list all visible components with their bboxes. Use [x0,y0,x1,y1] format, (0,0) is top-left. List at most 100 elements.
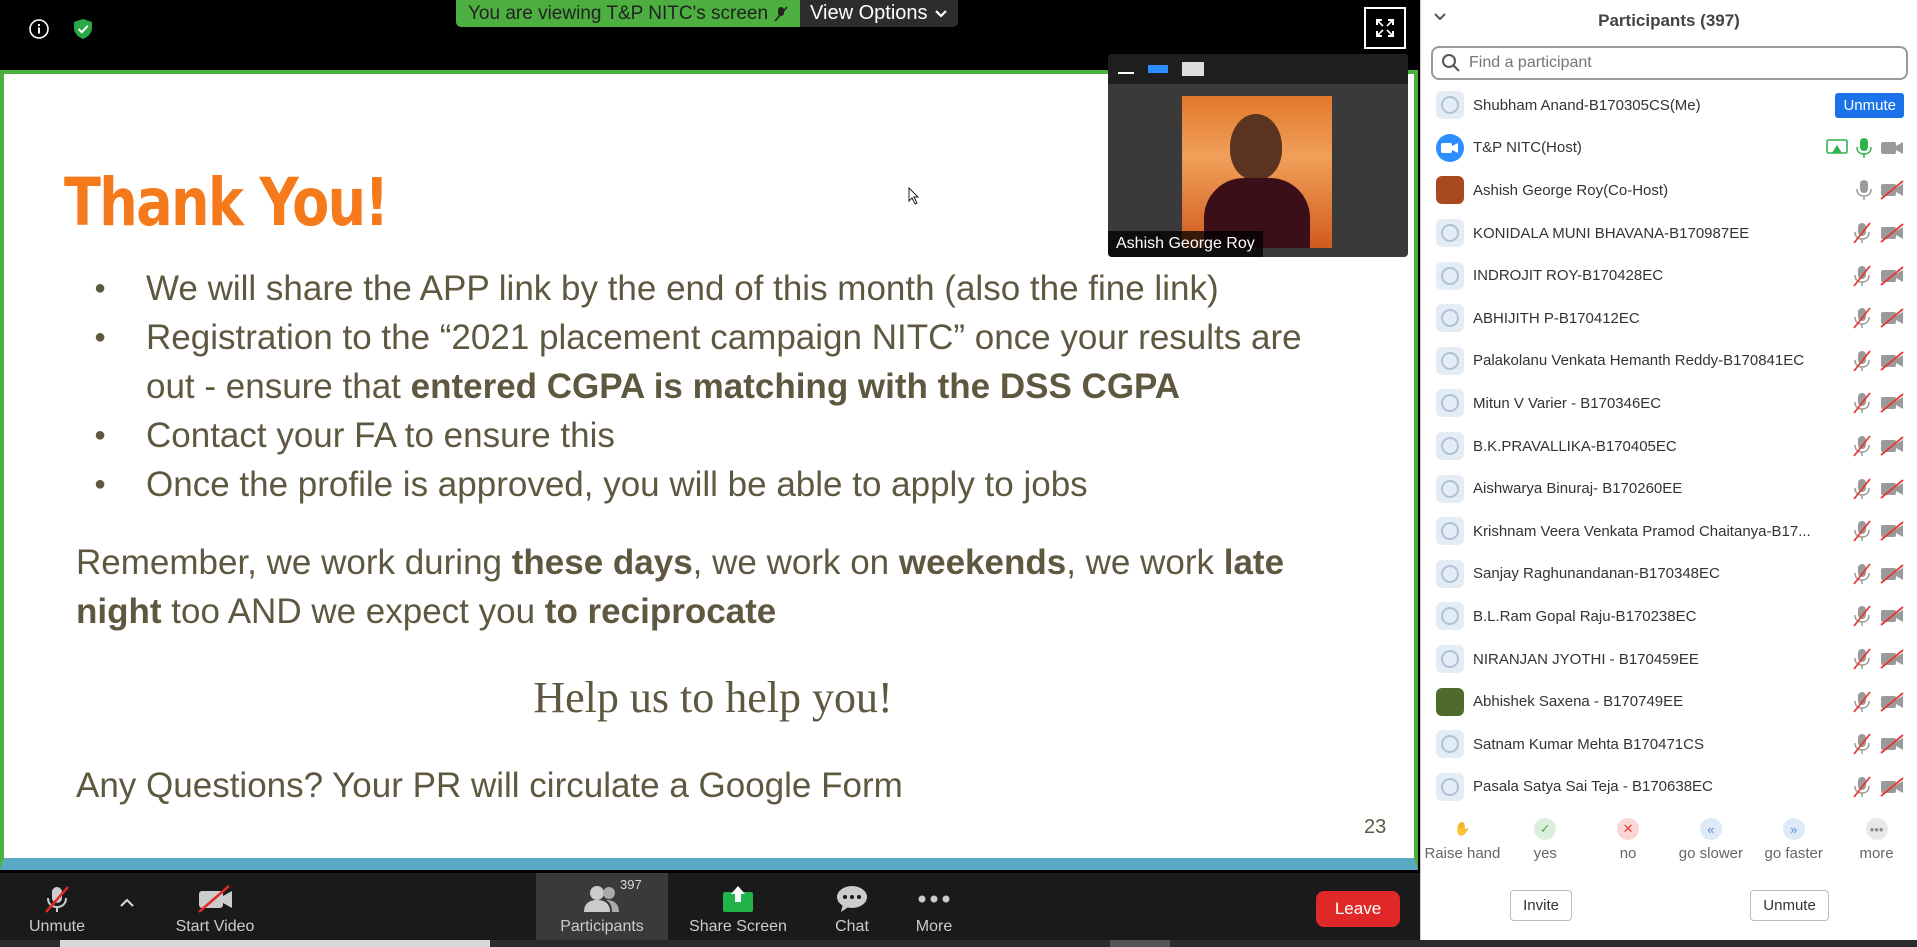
active-speaker-video[interactable]: Ashish George Roy [1108,54,1408,257]
mic-muted-icon[interactable] [1852,350,1872,372]
participant-row[interactable]: INDROJIT ROY-B170428EC [1421,254,1917,297]
zoom-window: You are viewing T&P NITC's screen View O… [0,0,1917,947]
mic-muted-icon[interactable] [1852,222,1872,244]
security-shield-icon[interactable] [72,18,94,40]
self-unmute-button[interactable]: Unmute [1835,92,1904,118]
participant-row[interactable]: Shubham Anand-B170305CS(Me) Unmute [1421,84,1917,127]
remember-text: too AND we expect you [161,592,545,631]
participant-name: Satnam Kumar Mehta B170471CS [1473,735,1704,753]
participant-name: NIRANJAN JYOTHI - B170459EE [1473,650,1699,668]
chat-icon [837,886,867,912]
participant-row[interactable]: B.K.PRAVALLIKA-B170405EC [1421,425,1917,468]
participant-row[interactable]: KONIDALA MUNI BHAVANA-B170987EE [1421,212,1917,255]
mic-muted-icon[interactable] [1852,605,1872,627]
more-button[interactable]: More [904,873,964,940]
reaction-raise-hand[interactable]: ✋ Raise hand [1421,818,1504,876]
participant-status-icons [1852,733,1904,755]
reaction-go-faster[interactable]: » go faster [1752,818,1835,876]
mic-muted-icon[interactable] [1852,478,1872,500]
muted-mic-icon [774,6,788,21]
participant-status-icons [1852,605,1904,627]
participant-row[interactable]: Sanjay Raghunandanan-B170348EC [1421,553,1917,596]
mic-muted-icon[interactable] [1852,520,1872,542]
reaction-label: more [1859,845,1894,862]
mic-muted-icon[interactable] [1852,307,1872,329]
participant-row[interactable]: Satnam Kumar Mehta B170471CS [1421,723,1917,766]
chat-button[interactable]: Chat [822,873,882,940]
slide-bullet: Once the profile is approved, you will b… [94,460,1344,509]
video-off-icon [1880,564,1904,584]
participant-row[interactable]: Abhishek Saxena - B170749EE [1421,680,1917,723]
reaction-no[interactable]: ✕ no [1587,818,1670,876]
participant-search-box[interactable] [1431,46,1908,80]
mic-on-icon[interactable] [1856,137,1872,159]
mic-muted-icon[interactable] [1852,776,1872,798]
reaction-go-slower[interactable]: « go slower [1669,818,1752,876]
participant-row[interactable]: Palakolanu Venkata Hemanth Reddy-B170841… [1421,340,1917,383]
participant-name: Aishwarya Binuraj- B170260EE [1473,480,1683,498]
video-off-icon [1880,180,1904,201]
participant-row[interactable]: ABHIJITH P-B170412EC [1421,297,1917,340]
share-screen-button[interactable]: Share Screen [688,873,788,940]
start-video-button[interactable]: Start Video [160,873,270,940]
speaker-photo [1182,96,1332,248]
minimize-video-icon[interactable] [1118,72,1134,74]
participant-row[interactable]: T&P NITC(Host) [1421,127,1917,170]
participant-row[interactable]: Krishnam Veera Venkata Pramod Chaitanya-… [1421,510,1917,553]
panel-unmute-button[interactable]: Unmute [1750,890,1829,921]
mic-muted-icon[interactable] [1852,265,1872,287]
video-off-icon [1880,691,1904,712]
audio-options-caret[interactable] [112,873,142,940]
participant-search-input[interactable] [1469,54,1889,72]
slide-remember-paragraph: Remember, we work during these days, we … [76,538,1316,636]
search-icon [1442,54,1460,72]
participant-name: Ashish George Roy(Co-Host) [1473,181,1669,199]
participants-button[interactable]: 397 Participants [536,873,668,940]
slide-bullet-text: We will share the APP link by the end of… [146,269,1219,308]
reaction-label: go faster [1764,845,1823,862]
view-options-button[interactable]: View Options [800,0,958,27]
participant-name: Mitun V Varier - B170346EC [1473,394,1662,412]
slide-bullet-bold-text: entered CGPA is matching with the DSS CG… [410,367,1181,406]
slide-bullet-list: We will share the APP link by the end of… [94,264,1344,509]
mic-icon[interactable] [1856,179,1872,201]
default-avatar-icon [1436,602,1464,631]
slide-bullet: Registration to the “2021 placement camp… [94,313,1344,411]
participant-status-icons [1852,222,1904,244]
mic-muted-icon[interactable] [1852,691,1872,713]
leave-button[interactable]: Leave [1316,891,1400,927]
unmute-button[interactable]: Unmute [22,873,92,940]
x-icon: ✕ [1617,818,1640,840]
participant-name: Krishnam Veera Venkata Pramod Chaitanya-… [1473,522,1811,540]
video-off-icon [1880,649,1904,669]
remember-text: Remember, we work during [76,543,512,582]
large-video-icon[interactable] [1182,62,1204,76]
invite-button[interactable]: Invite [1510,890,1572,921]
reaction-label: Raise hand [1424,845,1501,862]
mic-muted-icon[interactable] [1852,733,1872,755]
slide-page-number: 23 [1364,816,1387,838]
mic-muted-icon[interactable] [1852,392,1872,415]
participant-status-icons [1852,691,1904,713]
mic-muted-icon[interactable] [1852,648,1872,670]
single-video-icon[interactable] [1148,65,1168,73]
reaction-more[interactable]: ••• more [1835,818,1917,876]
mic-muted-icon[interactable] [1852,563,1872,585]
participant-row[interactable]: NIRANJAN JYOTHI - B170459EE [1421,638,1917,681]
slide-help-text: Help us to help you! [533,673,893,722]
video-icon [1881,141,1903,154]
participant-row[interactable]: Pasala Satya Sai Teja - B170638EC [1421,766,1917,809]
video-off-icon [1880,777,1904,797]
participant-row[interactable]: Mitun V Varier - B170346EC [1421,382,1917,425]
share-screen-label: Share Screen [689,918,787,935]
participant-row[interactable]: Ashish George Roy(Co-Host) [1421,169,1917,212]
participant-row[interactable]: Aishwarya Binuraj- B170260EE [1421,467,1917,510]
info-icon[interactable] [28,18,50,40]
reaction-yes[interactable]: ✓ yes [1504,818,1587,876]
fullscreen-button[interactable] [1364,7,1406,49]
participant-row[interactable]: B.L.Ram Gopal Raju-B170238EC [1421,595,1917,638]
mic-muted-icon[interactable] [1852,435,1872,457]
participant-name: Abhishek Saxena - B170749EE [1473,693,1684,711]
participant-status-icons [1852,478,1904,500]
video-off-icon [1880,308,1904,328]
